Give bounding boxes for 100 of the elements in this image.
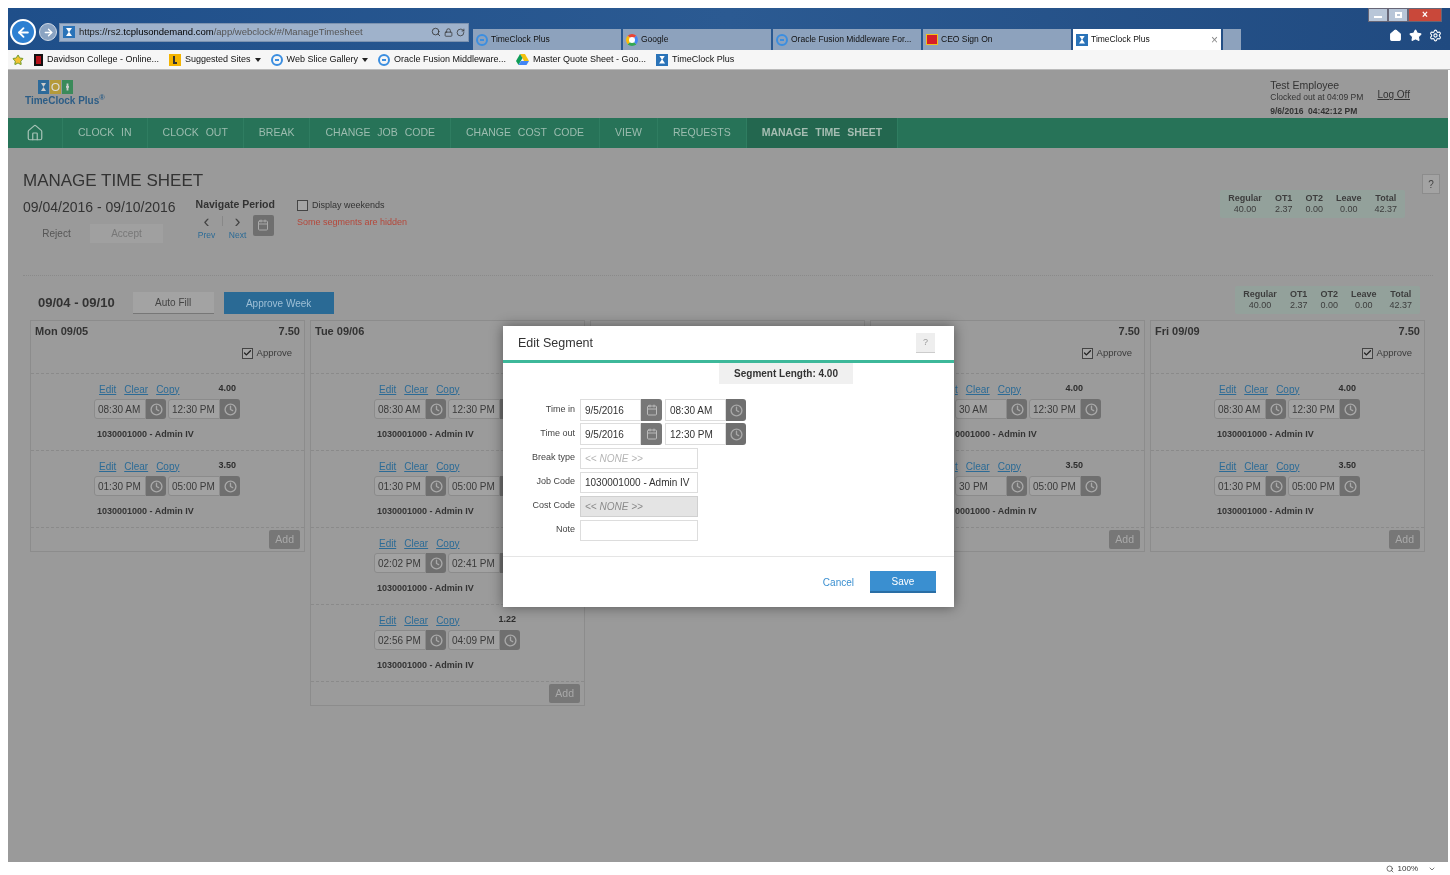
clear-link[interactable]: Clear bbox=[404, 458, 429, 474]
segment-hours: 3.50 bbox=[1065, 459, 1084, 473]
end-time-field[interactable]: 12:30 PM bbox=[448, 399, 500, 419]
copy-link[interactable]: Copy bbox=[997, 458, 1022, 474]
favorite-link[interactable]: Davidson College - Online... bbox=[34, 52, 160, 67]
address-bar[interactable]: https://rs2.tcplusondemand.com/app/webclock/#/ManageTimesheet bbox=[59, 22, 469, 42]
start-time-field[interactable]: 08:30 AM bbox=[1214, 399, 1266, 419]
clear-link[interactable]: Clear bbox=[1244, 381, 1269, 397]
time-field[interactable]: 08:30 AM bbox=[665, 399, 726, 421]
browser-tab[interactable]: CEO Sign On bbox=[923, 29, 1071, 50]
edit-link[interactable]: t bbox=[955, 381, 958, 397]
favorite-link[interactable]: Suggested Sites bbox=[169, 52, 251, 67]
clear-link[interactable]: Clear bbox=[124, 381, 149, 397]
edit-link[interactable]: Edit bbox=[1219, 458, 1237, 474]
segment-hours: 4.00 bbox=[1065, 382, 1084, 396]
start-time-field[interactable]: 08:30 AM bbox=[374, 399, 426, 419]
browser-tab[interactable]: Google bbox=[623, 29, 771, 50]
start-time-field[interactable]: 02:02 PM bbox=[374, 553, 426, 573]
clear-link[interactable]: Clear bbox=[404, 381, 429, 397]
copy-link[interactable]: Copy bbox=[997, 381, 1022, 397]
reject-button[interactable]: Reject bbox=[23, 224, 90, 243]
clear-link[interactable]: Clear bbox=[1244, 458, 1269, 474]
date-time: 9/6/2016 04:42:12 PM bbox=[1270, 105, 1359, 117]
segment-length: Segment Length: 4.00 bbox=[719, 363, 853, 384]
edit-link[interactable]: Edit bbox=[99, 458, 117, 474]
save-button[interactable]: Save bbox=[870, 571, 936, 593]
edit-link[interactable]: Edit bbox=[99, 381, 117, 397]
log-off-link[interactable]: Log Off bbox=[1377, 87, 1410, 102]
nav-item[interactable]: CHANGE COST CODE bbox=[451, 118, 601, 148]
cancel-link[interactable]: Cancel bbox=[822, 574, 854, 590]
nav-item[interactable]: VIEW bbox=[600, 118, 658, 148]
edit-link[interactable]: Edit bbox=[379, 535, 397, 551]
start-time-field[interactable]: 01:30 PM bbox=[374, 476, 426, 496]
field-label: Break type bbox=[530, 451, 575, 465]
prev-link[interactable]: Prev bbox=[197, 228, 216, 242]
clear-link[interactable]: Clear bbox=[965, 381, 990, 397]
edit-link[interactable]: Edit bbox=[1219, 381, 1237, 397]
start-time-field[interactable]: 30 AM bbox=[955, 399, 1007, 419]
clear-link[interactable]: Clear bbox=[404, 612, 429, 628]
nav-item[interactable]: CLOCK OUT bbox=[147, 118, 244, 148]
copy-link[interactable]: Copy bbox=[436, 381, 460, 397]
help-button[interactable]: ? bbox=[1422, 174, 1440, 194]
approve-label: Approve bbox=[1376, 346, 1412, 360]
end-time-field[interactable]: 02:41 PM bbox=[448, 553, 500, 573]
copy-link[interactable]: Copy bbox=[1276, 381, 1300, 397]
copy-link[interactable]: Copy bbox=[156, 458, 180, 474]
next-arrow[interactable]: › bbox=[234, 212, 241, 229]
end-time-field[interactable]: 05:00 PM bbox=[1029, 476, 1081, 496]
end-time-field[interactable]: 05:00 PM bbox=[1288, 476, 1340, 496]
help-button[interactable]: ? bbox=[916, 333, 935, 353]
nav-item[interactable]: BREAK bbox=[243, 118, 311, 148]
period-range: 09/04/2016 - 09/10/2016 bbox=[23, 198, 176, 217]
nav-item[interactable]: CLOCK IN bbox=[63, 118, 148, 148]
clear-link[interactable]: Clear bbox=[124, 458, 149, 474]
clear-link[interactable]: Clear bbox=[965, 458, 990, 474]
end-time-field[interactable]: 05:00 PM bbox=[168, 476, 220, 496]
end-time-field[interactable]: 05:00 PM bbox=[448, 476, 500, 496]
job-code: 1030001000 - Admin IV bbox=[376, 582, 475, 595]
clear-link[interactable]: Clear bbox=[404, 535, 429, 551]
edit-link[interactable]: Edit bbox=[379, 612, 397, 628]
approve-week-button[interactable]: Approve Week bbox=[223, 292, 334, 314]
nav-item[interactable]: CHANGE JOB CODE bbox=[310, 118, 451, 148]
time-field[interactable]: 12:30 PM bbox=[665, 423, 726, 445]
edit-link[interactable]: t bbox=[955, 458, 958, 474]
nav-item[interactable]: MANAGE TIME SHEET bbox=[746, 118, 899, 148]
edit-link[interactable]: Edit bbox=[379, 458, 397, 474]
select-field[interactable]: << NONE >> bbox=[580, 447, 698, 469]
start-time-field[interactable]: 02:56 PM bbox=[374, 630, 426, 650]
close-button[interactable]: × bbox=[1408, 8, 1442, 22]
favorite-link[interactable]: Web Slice Gallery bbox=[270, 52, 358, 67]
nav-item[interactable]: REQUESTS bbox=[657, 118, 747, 148]
copy-link[interactable]: Copy bbox=[436, 535, 460, 551]
copy-link[interactable]: Copy bbox=[436, 458, 460, 474]
segment-hours: 1.22 bbox=[498, 613, 517, 627]
favorite-link[interactable]: Oracle Fusion Middleware... bbox=[377, 52, 506, 67]
end-time-field[interactable]: 12:30 PM bbox=[1288, 399, 1340, 419]
next-link[interactable]: Next bbox=[228, 228, 247, 242]
browser-tab[interactable]: TimeClock Plus × bbox=[1073, 29, 1221, 50]
select-field[interactable]: 1030001000 - Admin IV bbox=[580, 471, 698, 493]
start-time-field[interactable]: 01:30 PM bbox=[94, 476, 146, 496]
copy-link[interactable]: Copy bbox=[1276, 458, 1300, 474]
close-tab-button[interactable]: × bbox=[1211, 30, 1218, 49]
copy-link[interactable]: Copy bbox=[156, 381, 180, 397]
end-time-field[interactable]: 12:30 PM bbox=[168, 399, 220, 419]
end-time-field[interactable]: 12:30 PM bbox=[1029, 399, 1081, 419]
date-field[interactable]: 9/5/2016 bbox=[580, 399, 641, 421]
start-time-field[interactable]: 30 PM bbox=[955, 476, 1007, 496]
previous-arrow[interactable]: ‹ bbox=[203, 212, 210, 229]
zoom-level[interactable]: 100% bbox=[1397, 862, 1418, 875]
start-time-field[interactable]: 01:30 PM bbox=[1214, 476, 1266, 496]
favorite-link[interactable]: TimeClock Plus bbox=[656, 52, 735, 67]
browser-tab[interactable]: Oracle Fusion Middleware For... bbox=[773, 29, 921, 50]
browser-tab[interactable]: TimeClock Plus bbox=[473, 29, 621, 50]
end-time-field[interactable]: 04:09 PM bbox=[448, 630, 500, 650]
favorite-link[interactable]: Master Quote Sheet - Goo... bbox=[516, 52, 647, 67]
date-field[interactable]: 9/5/2016 bbox=[580, 423, 641, 445]
copy-link[interactable]: Copy bbox=[436, 612, 460, 628]
start-time-field[interactable]: 08:30 AM bbox=[94, 399, 146, 419]
edit-link[interactable]: Edit bbox=[379, 381, 397, 397]
auto-fill-button[interactable]: Auto Fill bbox=[132, 292, 214, 314]
